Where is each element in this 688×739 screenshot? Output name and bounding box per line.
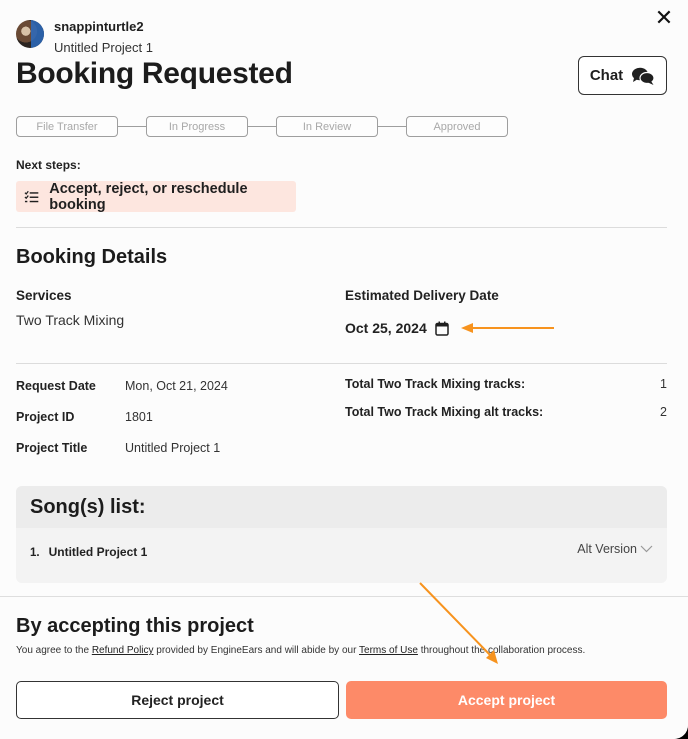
request-date-label: Request Date [16,379,96,393]
chat-button[interactable]: Chat [578,56,667,95]
total-alt-tracks-label: Total Two Track Mixing alt tracks: [345,405,544,419]
accept-title: By accepting this project [16,615,254,637]
alt-version-dropdown[interactable]: Alt Version [577,542,653,556]
list-item: 1. Untitled Project 1 Alt Version [16,528,667,576]
step-connector [378,126,406,127]
next-steps-banner: Accept, reject, or reschedule booking [16,180,296,213]
terms-of-use-link[interactable]: Terms of Use [359,645,418,656]
terms-text-part: You agree to the [16,645,92,656]
alt-version-label: Alt Version [577,542,637,556]
total-alt-tracks-value: 2 [660,405,667,419]
divider [16,227,667,228]
step-in-review: In Review [276,116,378,137]
songs-list-title: Song(s) list: [16,486,667,528]
next-steps-label: Next steps: [16,158,81,172]
song-title: Untitled Project 1 [48,545,148,559]
songs-list: Song(s) list: 1. Untitled Project 1 Alt … [16,486,667,583]
accept-section: By accepting this project You agree to t… [0,596,688,739]
progress-stepper: File Transfer In Progress In Review Appr… [16,116,508,137]
checklist-icon [24,190,39,202]
booking-details-title: Booking Details [16,246,168,268]
chat-button-label: Chat [589,67,624,84]
accept-terms-text: You agree to the Refund Policy provided … [16,645,585,656]
username[interactable]: snappinturtle2 [54,19,153,34]
arrow-to-delivery-date [461,323,554,333]
project-title-label: Project Title [16,441,88,455]
chevron-down-icon [640,545,653,553]
total-tracks-label: Total Two Track Mixing tracks: [345,377,526,391]
close-icon: ✕ [654,5,674,30]
delivery-date[interactable]: Oct 25, 2024 [345,320,449,336]
terms-text-part: provided by EngineEars and will abide by… [153,645,360,656]
chat-bubbles-icon [632,67,655,85]
delivery-date-value: Oct 25, 2024 [345,320,427,336]
total-tracks-value: 1 [660,377,667,391]
project-id-value: 1801 [125,410,153,424]
close-button[interactable]: ✕ [654,5,674,30]
step-connector [248,126,276,127]
reject-project-button[interactable]: Reject project [16,681,339,719]
refund-policy-link[interactable]: Refund Policy [92,645,154,656]
calendar-icon[interactable] [434,321,449,336]
page-title: Booking Requested [16,57,293,90]
request-date-value: Mon, Oct 21, 2024 [125,379,228,393]
project-subtitle: Untitled Project 1 [54,40,153,55]
project-id-label: Project ID [16,410,75,424]
header: snappinturtle2 Untitled Project 1 [16,18,153,55]
accept-project-button[interactable]: Accept project [346,681,667,719]
song-number: 1. [30,547,40,559]
user-block: snappinturtle2 Untitled Project 1 [54,18,153,55]
next-steps-action: Accept, reject, or reschedule booking [49,180,248,213]
step-connector [118,126,146,127]
step-in-progress: In Progress [146,116,248,137]
step-file-transfer: File Transfer [16,116,118,137]
step-approved: Approved [406,116,508,137]
booking-modal: ✕ snappinturtle2 Untitled Project 1 Book… [0,0,688,739]
services-label: Services [16,288,72,303]
services-value: Two Track Mixing [16,312,125,328]
avatar[interactable] [16,20,44,48]
delivery-date-label: Estimated Delivery Date [345,288,499,303]
terms-text-part: throughout the collaboration process. [417,645,586,656]
project-title-value: Untitled Project 1 [125,441,221,455]
divider [16,363,667,364]
